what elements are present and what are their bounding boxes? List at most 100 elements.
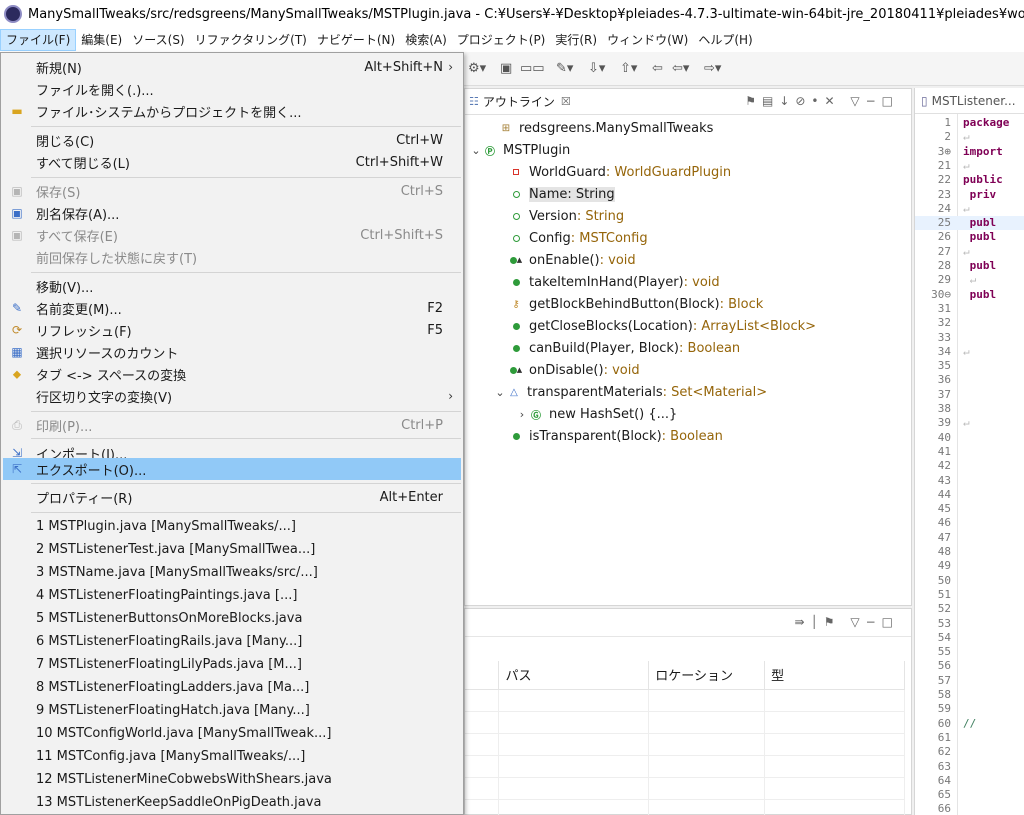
code-line[interactable]: 58 — [915, 688, 1024, 702]
code-line[interactable]: 62 — [915, 745, 1024, 759]
recent-file-item[interactable]: 4 MSTListenerFloatingPaintings.java [...… — [3, 584, 461, 606]
recent-file-item[interactable]: 11 MSTConfig.java [ManySmallTweaks/...] — [3, 745, 461, 767]
menu-project[interactable]: プロジェクト(P) — [452, 29, 551, 51]
code-editor[interactable]: ▯ MSTListener... 1 package 2 ↵ 3⊕ import 21 ↵ 22… — [914, 88, 1024, 815]
tree-row-class[interactable]: ⌄ Ⓟ MSTPlugin — [469, 139, 570, 161]
code-line[interactable]: 36 — [915, 373, 1024, 387]
code-line[interactable]: 26 publ — [915, 230, 1024, 244]
menu-item-count-resources[interactable]: ▦ 選択リソースのカウント — [3, 341, 461, 363]
menu-file[interactable]: ファイル(F) — [0, 29, 77, 51]
code-line[interactable]: 50 — [915, 574, 1024, 588]
code-line[interactable]: 33 — [915, 331, 1024, 345]
code-line[interactable]: 27 ↵ — [915, 245, 1024, 259]
menu-item-convert-tabs[interactable]: ⬥ タブ <-> スペースの変換 — [3, 363, 461, 385]
recent-file-item[interactable]: 12 MSTListenerMineCobwebsWithShears.java — [3, 768, 461, 790]
recent-file-item[interactable]: 7 MSTListenerFloatingLilyPads.java [M...… — [3, 653, 461, 675]
code-line[interactable]: 47 — [915, 531, 1024, 545]
code-line[interactable]: 39 ↵ — [915, 416, 1024, 430]
chevron-down-icon[interactable]: ⌄ — [469, 144, 483, 157]
menu-item-save-all[interactable]: ▣ すべて保存(E) Ctrl+Shift+S — [3, 224, 461, 246]
menu-item-open-file[interactable]: ファイルを開く(.)... — [3, 78, 461, 100]
menu-item-rename[interactable]: ✎ 名前変更(M)... F2 — [3, 297, 461, 319]
code-line[interactable]: 35 — [915, 359, 1024, 373]
code-line[interactable]: 48 — [915, 545, 1024, 559]
code-line[interactable]: 40 — [915, 431, 1024, 445]
menu-help[interactable]: ヘルプ(H) — [693, 29, 757, 51]
code-line[interactable]: 46 — [915, 516, 1024, 530]
chevron-right-icon[interactable]: › — [515, 408, 529, 421]
menu-item-print[interactable]: ⎙ 印刷(P)... Ctrl+P — [3, 414, 461, 436]
code-line[interactable]: 51 — [915, 588, 1024, 602]
code-line[interactable]: 59 — [915, 702, 1024, 716]
menu-item-revert[interactable]: 前回保存した状態に戻す(T) — [3, 246, 461, 268]
code-line[interactable]: 29 ↵ — [915, 273, 1024, 287]
code-line[interactable]: 66 — [915, 802, 1024, 815]
menu-source[interactable]: ソース(S) — [127, 29, 189, 51]
menu-item-close[interactable]: 閉じる(C) Ctrl+W — [3, 129, 461, 151]
outline-view-toolbar[interactable]: ⚑▤↓⊘•✕ ▽−□ — [745, 94, 899, 108]
menu-run[interactable]: 実行(R) — [550, 29, 602, 51]
menu-item-move[interactable]: 移動(V)... — [3, 275, 461, 297]
code-line[interactable]: 57 — [915, 674, 1024, 688]
code-line[interactable]: 61 — [915, 731, 1024, 745]
menu-item-new[interactable]: 新規(N) Alt+Shift+N › — [3, 56, 461, 78]
recent-file-item[interactable]: 3 MSTName.java [ManySmallTweaks/src/...] — [3, 561, 461, 583]
code-line[interactable]: 45 — [915, 502, 1024, 516]
code-line[interactable]: 28 publ — [915, 259, 1024, 273]
code-line[interactable]: 30⊖ publ — [915, 288, 1024, 302]
column-path[interactable]: パス — [498, 661, 650, 690]
menu-item-line-delimiters[interactable]: 行区切り文字の変換(V) › — [3, 385, 461, 407]
last-edit-icon[interactable]: ⇦ — [652, 61, 663, 76]
bottom-panel-toolbar[interactable]: ⇛│⚑ ▽−□ — [795, 615, 899, 629]
code-line[interactable]: 43 — [915, 474, 1024, 488]
run-debug-icon[interactable]: ⚙▾ — [468, 61, 486, 76]
new-class-icon[interactable]: ▣ — [500, 61, 512, 76]
column-type[interactable]: 型 — [764, 661, 905, 690]
tree-row-field[interactable]: WorldGuard : WorldGuardPlugin — [509, 161, 731, 183]
forward-icon[interactable]: ⇨▾ — [704, 61, 721, 76]
recent-file-item[interactable]: 8 MSTListenerFloatingLadders.java [Ma...… — [3, 676, 461, 698]
menu-item-open-projects[interactable]: ▬ ファイル･システムからプロジェクトを開く... — [3, 100, 461, 122]
code-line[interactable]: 22 public — [915, 173, 1024, 187]
prev-annotation-icon[interactable]: ⇧▾ — [620, 61, 637, 76]
recent-file-item[interactable]: 13 MSTListenerKeepSaddleOnPigDeath.java — [3, 791, 461, 813]
code-line[interactable]: 25 publ — [915, 216, 1024, 231]
recent-file-item[interactable]: 6 MSTListenerFloatingRails.java [Many...… — [3, 630, 461, 652]
code-line[interactable]: 3⊕ import — [915, 145, 1024, 159]
tree-row-package[interactable]: ⊞ redsgreens.ManySmallTweaks — [485, 117, 714, 139]
code-line[interactable]: 2 ↵ — [915, 130, 1024, 144]
code-line[interactable]: 64 — [915, 774, 1024, 788]
menu-item-properties[interactable]: プロパティー(R) Alt+Enter — [3, 486, 461, 508]
tree-row-method[interactable]: isTransparent(Block) : Boolean — [509, 425, 723, 447]
tree-row-method[interactable]: getCloseBlocks(Location) : ArrayList<Blo… — [509, 315, 816, 337]
tree-row-anonymous[interactable]: › Ⓖ new HashSet() {...} — [515, 403, 678, 425]
code-line[interactable]: 49 — [915, 559, 1024, 573]
recent-file-item[interactable]: 2 MSTListenerTest.java [ManySmallTwea...… — [3, 538, 461, 560]
editor-tab[interactable]: ▯ MSTListener... — [915, 88, 1024, 114]
tree-row-method[interactable]: canBuild(Player, Block) : Boolean — [509, 337, 740, 359]
tree-row-field[interactable]: Name : String — [509, 183, 615, 205]
tree-row-method[interactable]: ▲ onDisable() : void — [509, 359, 640, 381]
menu-item-refresh[interactable]: ⟳ リフレッシュ(F) F5 — [3, 319, 461, 341]
column-location[interactable]: ロケーション — [648, 661, 766, 690]
code-line[interactable]: 1 package — [915, 116, 1024, 130]
menu-navigate[interactable]: ナビゲート(N) — [312, 29, 400, 51]
menu-edit[interactable]: 編集(E) — [76, 29, 127, 51]
code-line[interactable]: 41 — [915, 445, 1024, 459]
code-line[interactable]: 65 — [915, 788, 1024, 802]
recent-file-item[interactable]: 1 MSTPlugin.java [ManySmallTweaks/...] — [3, 515, 461, 537]
code-line[interactable]: 23 priv — [915, 188, 1024, 202]
open-folder-icon[interactable]: ▭▭ — [520, 61, 545, 76]
menu-item-export[interactable]: ⇱ エクスポート(O)... — [3, 458, 461, 480]
code-line[interactable]: 60 // — [915, 717, 1024, 731]
tree-row-method[interactable]: ▲ onEnable() : void — [509, 249, 636, 271]
menu-item-close-all[interactable]: すべて閉じる(L) Ctrl+Shift+W — [3, 151, 461, 173]
code-line[interactable]: 52 — [915, 602, 1024, 616]
code-line[interactable]: 54 — [915, 631, 1024, 645]
tree-row-method[interactable]: ⚷ getBlockBehindButton(Block) : Block — [509, 293, 763, 315]
menu-window[interactable]: ウィンドウ(W) — [602, 29, 693, 51]
code-line[interactable]: 34 ↵ — [915, 345, 1024, 359]
code-line[interactable]: 53 — [915, 617, 1024, 631]
menu-refactor[interactable]: リファクタリング(T) — [190, 29, 312, 51]
code-line[interactable]: 32 — [915, 316, 1024, 330]
